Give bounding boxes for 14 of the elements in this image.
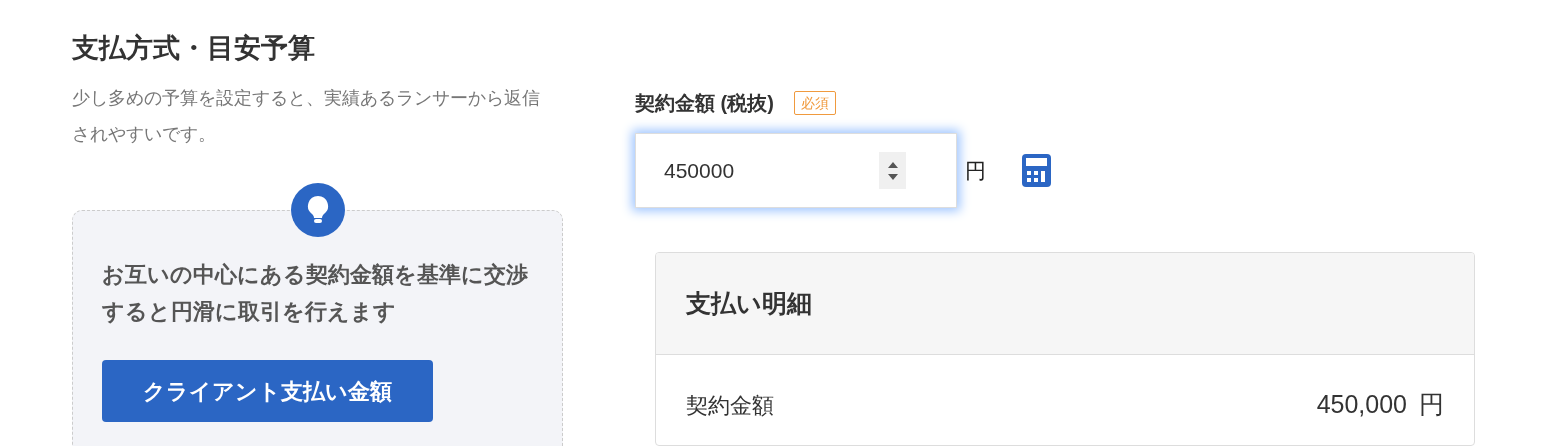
panel-title: 支払い明細 (686, 287, 812, 319)
required-badge: 必須 (793, 91, 836, 115)
detail-unit: 円 (1419, 389, 1444, 421)
section-title: 支払方式・目安予算 (72, 32, 315, 65)
stepper-icon[interactable] (879, 152, 906, 189)
amount-field[interactable]: 450000 (635, 133, 957, 208)
unit-label: 円 (965, 157, 986, 184)
tip-text: お互いの中心にある契約金額を基準に交渉すると円滑に取引を行えます (102, 261, 529, 326)
section-description: 少し多めの予算を設定すると、実績あるランサーから返信されやすいです。 (72, 87, 541, 146)
calculator-icon[interactable] (1022, 154, 1051, 187)
client-payment-button[interactable]: クライアント支払い金額 (102, 360, 433, 422)
field-label: 契約金額 (税抜) (635, 91, 774, 116)
detail-value: 450,000 (1316, 389, 1407, 421)
detail-label: 契約金額 (686, 391, 774, 420)
